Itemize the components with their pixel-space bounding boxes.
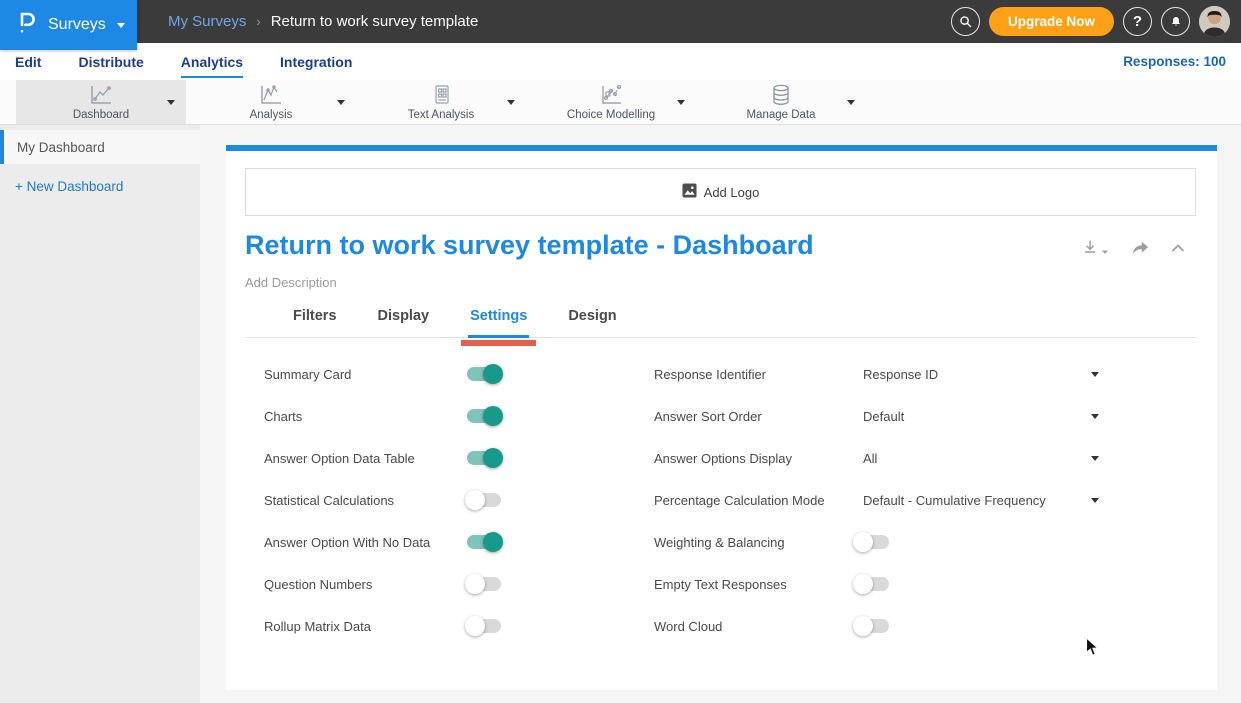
tab-filters[interactable]: Filters xyxy=(291,306,339,337)
analysis-chart-icon xyxy=(258,83,284,107)
toolbar-item-label: Text Analysis xyxy=(408,109,474,121)
setting-row-empty-text-responses: Empty Text Responses xyxy=(654,563,1202,605)
nav-item-analytics[interactable]: Analytics xyxy=(181,46,243,78)
top-header: My Surveys › Return to work survey templ… xyxy=(0,0,1241,43)
setting-row-answer-option-with-no-data: Answer Option With No Data xyxy=(264,521,604,563)
collapse-icon[interactable] xyxy=(1171,243,1185,253)
setting-row-answer-option-data-table: Answer Option Data Table xyxy=(264,437,604,479)
chevron-down-icon xyxy=(117,23,125,28)
nav-item-edit[interactable]: Edit xyxy=(15,46,41,78)
app-logo-block[interactable]: Surveys xyxy=(0,0,137,50)
analytics-toolbar: Dashboard Analysis Text Analysis xyxy=(0,80,1241,125)
chevron-down-icon[interactable] xyxy=(1091,414,1099,419)
chevron-down-icon[interactable] xyxy=(167,100,175,105)
dashboard-chart-icon xyxy=(88,83,114,107)
responses-count[interactable]: Responses: 100 xyxy=(1123,43,1226,80)
toolbar-item-manage-data[interactable]: Manage Data xyxy=(696,80,866,124)
setting-row-rollup-matrix-data: Rollup Matrix Data xyxy=(264,605,604,647)
nav-item-integration[interactable]: Integration xyxy=(280,46,352,78)
statistical-calculations-toggle[interactable] xyxy=(467,493,501,507)
upgrade-now-button[interactable]: Upgrade Now xyxy=(989,7,1114,36)
setting-row-statistical-calculations: Statistical Calculations xyxy=(264,479,604,521)
chevron-down-icon[interactable] xyxy=(1091,456,1099,461)
add-logo-label: Add Logo xyxy=(704,185,760,200)
toolbar-item-dashboard[interactable]: Dashboard xyxy=(16,80,186,124)
chevron-down-icon[interactable] xyxy=(1091,372,1099,377)
empty-text-responses-toggle[interactable] xyxy=(855,577,889,591)
new-dashboard-button[interactable]: + New Dashboard xyxy=(15,179,200,194)
toolbar-item-choice-modelling[interactable]: Choice Modelling xyxy=(526,80,696,124)
nav-item-distribute[interactable]: Distribute xyxy=(78,46,143,78)
avatar[interactable] xyxy=(1199,6,1230,37)
setting-row-word-cloud: Word Cloud xyxy=(654,605,1202,647)
toolbar-item-text-analysis[interactable]: Text Analysis xyxy=(356,80,526,124)
answer-option-with-no-data-toggle[interactable] xyxy=(467,535,501,549)
answer-sort-order-value[interactable]: Default xyxy=(863,409,904,424)
chevron-down-icon[interactable] xyxy=(1091,498,1099,503)
chevron-down-icon[interactable] xyxy=(847,100,855,105)
tab-design[interactable]: Design xyxy=(566,306,618,337)
dashboard-title-actions xyxy=(1082,238,1185,257)
tab-display[interactable]: Display xyxy=(376,306,432,337)
toolbar-item-label: Dashboard xyxy=(73,109,129,121)
share-icon[interactable] xyxy=(1130,239,1150,257)
setting-row-summary-card: Summary Card xyxy=(264,353,604,395)
download-icon[interactable] xyxy=(1082,238,1109,257)
setting-row-response-identifier: Response Identifier Response ID xyxy=(654,353,1202,395)
rollup-matrix-data-toggle[interactable] xyxy=(467,619,501,633)
toolbar-item-label: Analysis xyxy=(250,109,293,121)
setting-row-charts: Charts xyxy=(264,395,604,437)
image-icon xyxy=(682,183,697,201)
sidebar-item-my-dashboard[interactable]: My Dashboard xyxy=(0,130,200,164)
settings-column-right: Response Identifier Response ID Answer S… xyxy=(654,353,1202,647)
setting-row-percentage-calculation-mode: Percentage Calculation Mode Default - Cu… xyxy=(654,479,1202,521)
toolbar-item-label: Manage Data xyxy=(746,109,815,121)
toolbar-item-label: Choice Modelling xyxy=(567,109,655,121)
dashboard-sidebar: My Dashboard + New Dashboard xyxy=(0,125,200,703)
add-description-placeholder[interactable]: Add Description xyxy=(245,275,337,290)
answer-options-display-value[interactable]: All xyxy=(863,451,877,466)
red-annotation-marker xyxy=(461,340,536,346)
product-name: Surveys xyxy=(48,16,106,34)
sidebar-item-label: My Dashboard xyxy=(17,140,105,155)
toolbar-item-analysis[interactable]: Analysis xyxy=(186,80,356,124)
setting-row-weighting-balancing: Weighting & Balancing xyxy=(654,521,1202,563)
content-accent-bar xyxy=(226,145,1217,151)
tab-settings[interactable]: Settings xyxy=(468,306,529,337)
percentage-calculation-mode-value[interactable]: Default - Cumulative Frequency xyxy=(863,493,1046,508)
summary-card-toggle[interactable] xyxy=(467,367,501,381)
word-cloud-toggle[interactable] xyxy=(855,619,889,633)
active-tab-underline xyxy=(468,335,529,338)
help-icon[interactable]: ? xyxy=(1123,7,1152,36)
response-identifier-value[interactable]: Response ID xyxy=(863,367,938,382)
setting-row-question-numbers: Question Numbers xyxy=(264,563,604,605)
answer-option-data-table-toggle[interactable] xyxy=(467,451,501,465)
setting-row-answer-options-display: Answer Options Display All xyxy=(654,437,1202,479)
search-icon[interactable] xyxy=(951,7,980,36)
choice-modelling-icon xyxy=(598,83,624,107)
chevron-down-icon[interactable] xyxy=(677,100,685,105)
database-icon xyxy=(769,83,793,107)
add-logo-dropzone[interactable]: Add Logo xyxy=(245,168,1196,216)
settings-tab-bar: Filters Display Settings Design xyxy=(245,306,1197,338)
dashboard-title[interactable]: Return to work survey template - Dashboa… xyxy=(245,230,814,261)
chevron-down-icon[interactable] xyxy=(507,100,515,105)
settings-column-left: Summary Card Charts Answer Option Data T… xyxy=(264,353,604,647)
weighting-balancing-toggle[interactable] xyxy=(855,535,889,549)
header-actions: Upgrade Now ? xyxy=(951,0,1230,43)
charts-toggle[interactable] xyxy=(467,409,501,423)
breadcrumb-separator: › xyxy=(256,14,260,29)
breadcrumb: My Surveys › Return to work survey templ… xyxy=(168,0,478,43)
dashboard-content-panel: Add Logo Return to work survey template … xyxy=(226,145,1217,690)
setting-row-answer-sort-order: Answer Sort Order Default xyxy=(654,395,1202,437)
breadcrumb-current-survey: Return to work survey template xyxy=(271,13,479,30)
text-analysis-icon xyxy=(430,83,452,107)
bell-icon[interactable] xyxy=(1161,7,1190,36)
chevron-down-icon[interactable] xyxy=(337,100,345,105)
breadcrumb-my-surveys[interactable]: My Surveys xyxy=(168,13,246,30)
survey-section-nav: Edit Distribute Analytics Integration Re… xyxy=(0,43,1241,80)
questionpro-p-icon xyxy=(17,11,37,40)
question-numbers-toggle[interactable] xyxy=(467,577,501,591)
